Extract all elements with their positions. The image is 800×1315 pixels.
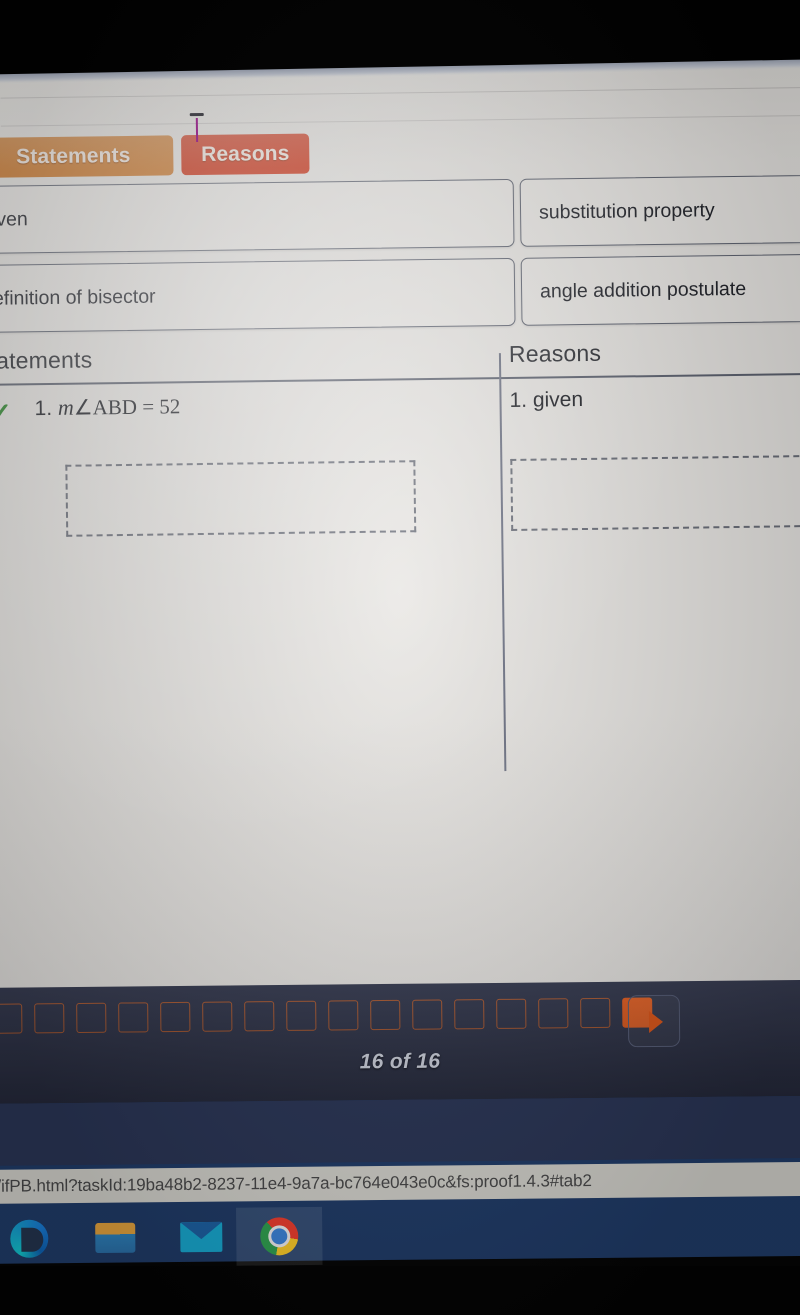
progress-step-13[interactable]: [496, 998, 527, 1029]
browser-page: Statements Reasons given substitution pr…: [0, 46, 800, 1008]
proof-row-number: 1.: [34, 396, 53, 421]
column-header-reasons: Reasons: [508, 339, 602, 367]
progress-step-4[interactable]: [118, 1002, 149, 1033]
text-cursor: [195, 118, 199, 143]
answer-bank: given substitution property definition o…: [0, 173, 800, 344]
tab-statements-label: Statements: [16, 143, 131, 169]
answer-bank-row: definition of bisector angle addition po…: [0, 252, 800, 344]
progress-step-3[interactable]: [76, 1002, 107, 1033]
progress-step-11[interactable]: [412, 999, 443, 1030]
table-header-rule: [0, 377, 500, 387]
progress-step-5[interactable]: [160, 1001, 191, 1033]
tab-statements[interactable]: Statements: [0, 135, 174, 178]
taskbar-item-file-explorer[interactable]: [72, 1208, 159, 1267]
play-triangle-icon: [648, 1010, 664, 1034]
proof-row-statement-expression: ∠ABD = 52: [73, 394, 181, 420]
answer-card-angle-addition-postulate[interactable]: angle addition postulate: [520, 252, 800, 326]
column-header-statements: Statements: [0, 346, 93, 374]
status-url-text: der/ifPB.html?taskId:19ba48b2-8237-11e4-…: [0, 1171, 592, 1196]
proof-row-reason: 1. given: [509, 388, 584, 412]
chrome-icon: [260, 1217, 299, 1256]
answer-card-substitution-property[interactable]: substitution property: [519, 173, 800, 247]
answer-card-definition-of-bisector[interactable]: definition of bisector: [0, 257, 516, 334]
answer-card-label: substitution property: [538, 198, 715, 224]
taskbar-item-chrome[interactable]: [236, 1206, 323, 1266]
page-divider-rule: [0, 86, 800, 99]
progress-step-12[interactable]: [454, 999, 485, 1030]
table-column-divider: [498, 353, 507, 772]
tab-reasons[interactable]: Reasons: [181, 133, 310, 176]
verified-check-icon: ✓: [0, 398, 12, 427]
page-divider-rule: [0, 114, 800, 127]
taskbar-upper-strip: [0, 1095, 800, 1166]
progress-step-7[interactable]: [244, 1001, 275, 1032]
answer-bank-row: given substitution property: [0, 173, 800, 265]
progress-step-8[interactable]: [286, 1000, 317, 1031]
reason-dropzone[interactable]: [510, 453, 800, 531]
folder-icon: [95, 1222, 136, 1254]
screen-bezel-bottom: [0, 1266, 800, 1315]
progress-step-10[interactable]: [370, 999, 401, 1031]
statement-dropzone[interactable]: [65, 460, 417, 537]
proof-row-statement: 1. m∠ABD = 52: [34, 393, 180, 421]
progress-nav-bar: [0, 979, 800, 1108]
progress-step-6[interactable]: [202, 1001, 233, 1032]
next-question-button[interactable]: [627, 994, 681, 1048]
proof-row-statement-variable: m: [57, 394, 74, 420]
tab-bar: Statements Reasons: [0, 133, 310, 180]
progress-step-14[interactable]: [538, 998, 569, 1029]
progress-step-1[interactable]: [0, 1003, 23, 1034]
progress-step-2[interactable]: [34, 1003, 65, 1034]
edge-icon: [10, 1219, 49, 1258]
progress-step-9[interactable]: [328, 1000, 359, 1031]
answer-card-label: definition of bisector: [0, 285, 156, 310]
progress-step-15[interactable]: [580, 997, 611, 1029]
table-header-rule: [499, 371, 800, 380]
answer-card-given[interactable]: given: [0, 178, 515, 255]
mail-icon: [180, 1221, 223, 1253]
progress-step-list: [0, 997, 653, 1034]
taskbar-item-edge[interactable]: [0, 1209, 73, 1268]
taskbar-icon-tray: [0, 1200, 800, 1270]
answer-card-label: given: [0, 207, 28, 231]
taskbar-item-mail[interactable]: [158, 1208, 245, 1267]
answer-card-label: angle addition postulate: [539, 277, 747, 303]
photographed-screen: Statements Reasons given substitution pr…: [0, 0, 800, 1315]
tab-reasons-label: Reasons: [201, 141, 290, 166]
